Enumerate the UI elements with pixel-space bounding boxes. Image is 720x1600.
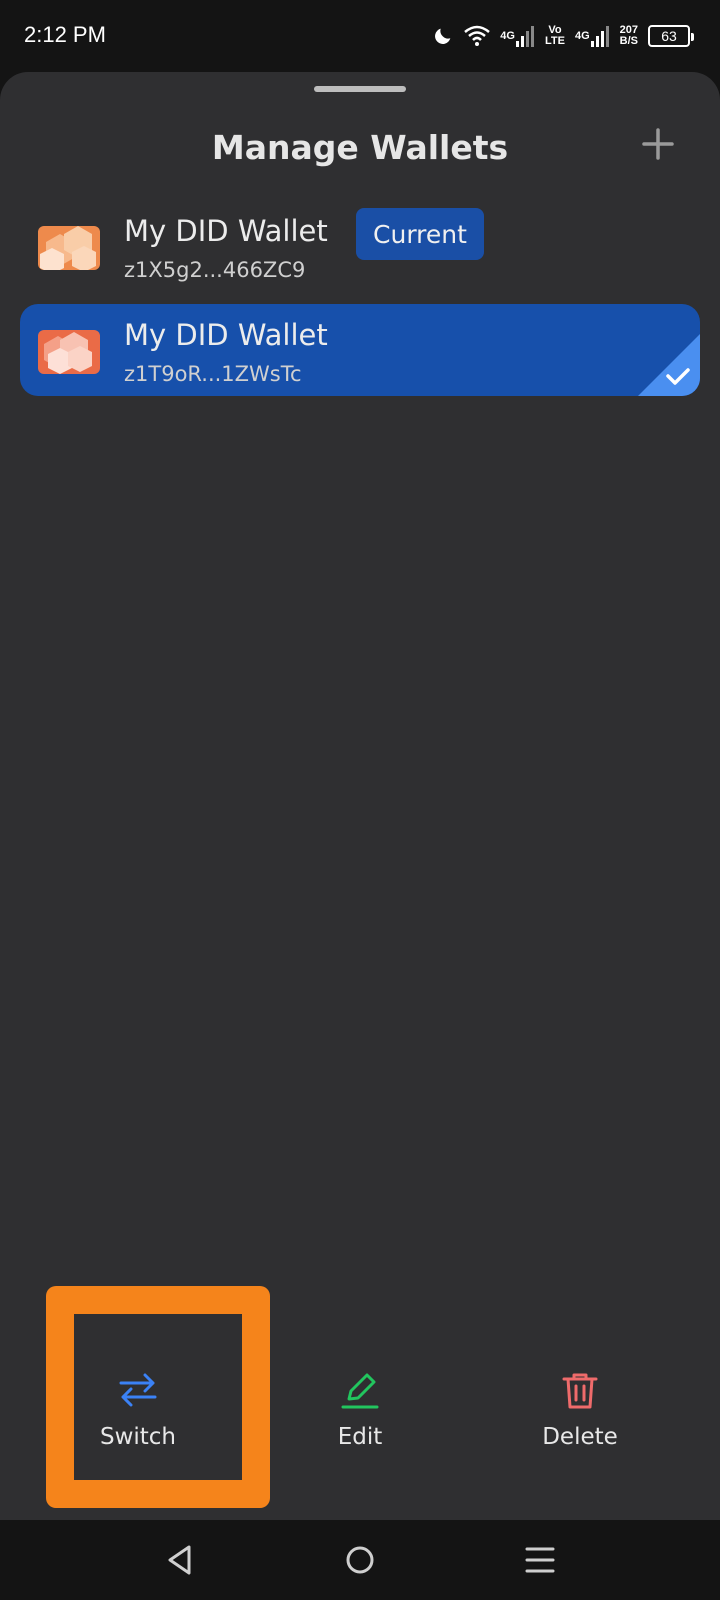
add-wallet-button[interactable] [636,122,680,166]
switch-button[interactable]: Switch [38,1282,238,1462]
pencil-icon [338,1368,382,1412]
page-title: Manage Wallets [211,128,509,167]
switch-label: Switch [99,1424,177,1450]
wallet-item-selected[interactable]: My DID Wallet z1T9oR...1ZWsTc [20,304,700,396]
signal-1-icon: 4G [500,25,535,47]
network-speed: 207 B/S [619,24,638,47]
volte-icon: Vo LTE [544,24,565,47]
plus-icon [642,128,674,160]
home-button[interactable] [340,1540,380,1580]
moon-icon [432,25,454,47]
delete-button[interactable]: Delete [480,1282,680,1462]
status-icons: 4G Vo LTE 4G 207 B/S 63 [432,20,694,52]
status-bar: 2:12 PM 4G Vo LTE 4G 207 B/S 63 [0,0,720,72]
navigation-bar [0,1520,720,1600]
edit-button[interactable]: Edit [260,1282,460,1462]
wallet-address: z1T9oR...1ZWsTc [124,362,302,386]
trash-icon [558,1368,602,1412]
back-icon [168,1545,191,1575]
switch-icon [116,1368,160,1412]
checkmark-icon [638,334,700,396]
selected-check [638,334,700,396]
drag-handle[interactable] [314,86,406,92]
delete-label: Delete [542,1424,618,1450]
current-badge: Current [356,208,484,260]
menu-icon [525,1547,555,1573]
wallet-avatar [38,330,100,374]
signal-2-icon: 4G [575,25,610,47]
edit-label: Edit [337,1424,383,1450]
wallet-name: My DID Wallet [124,318,328,352]
back-button[interactable] [160,1540,200,1580]
wallet-address: z1X5g2...466ZC9 [124,258,306,282]
menu-button[interactable] [520,1540,560,1580]
wifi-icon [464,25,491,47]
wallet-item-current[interactable]: My DID Wallet Current z1X5g2...466ZC9 [20,200,700,292]
battery-icon: 63 [648,25,694,47]
status-time: 2:12 PM [24,22,106,47]
home-icon [346,1546,374,1574]
wallet-name: My DID Wallet [124,214,328,248]
wallet-avatar [38,226,100,270]
